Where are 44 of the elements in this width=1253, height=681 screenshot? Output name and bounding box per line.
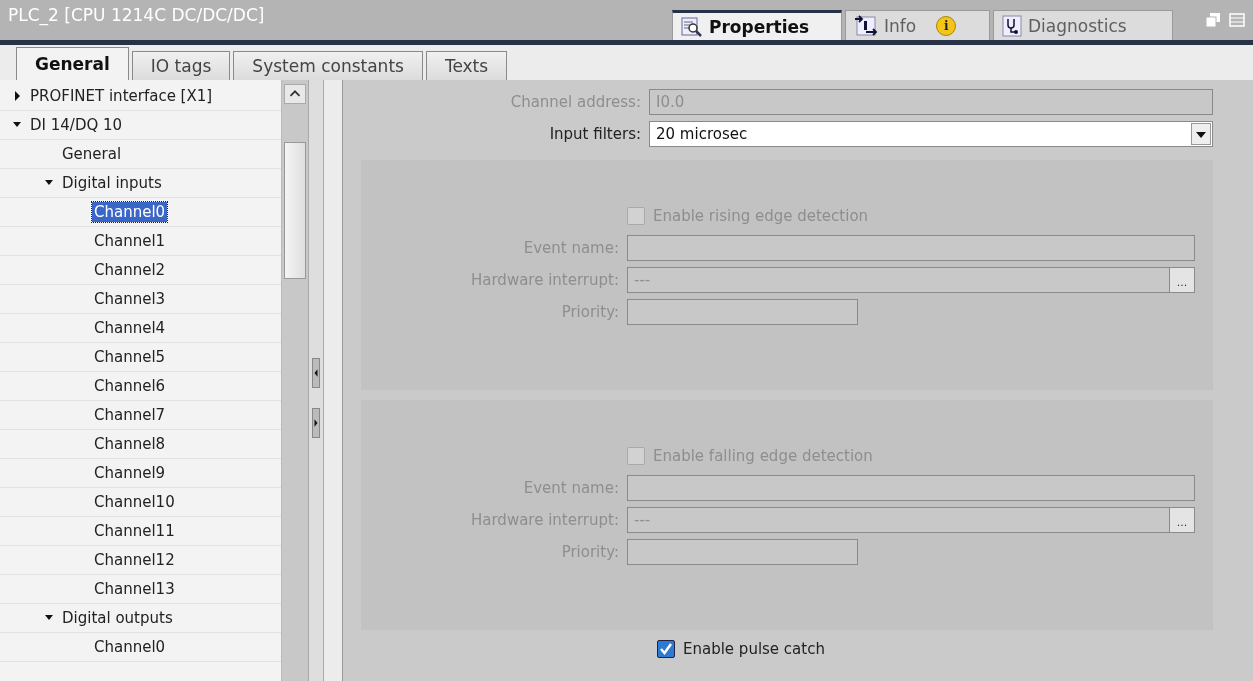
tree-item[interactable]: Channel0	[92, 637, 168, 657]
tree-item[interactable]: Channel5	[92, 347, 168, 367]
scroll-thumb[interactable]	[284, 142, 306, 279]
info-arrows-icon	[854, 14, 878, 37]
scrollbar[interactable]	[281, 80, 308, 681]
checkbox-label: Enable pulse catch	[683, 640, 825, 658]
tree-item[interactable]: Channel3	[92, 289, 168, 309]
inspector-tab[interactable]: Info i	[845, 10, 990, 40]
inspector-tab[interactable]: Diagnostics	[993, 10, 1173, 40]
tree-item[interactable]: Digital inputs	[60, 173, 164, 193]
tab[interactable]: IO tags	[131, 51, 231, 80]
tab[interactable]: General	[16, 47, 129, 80]
tree-item[interactable]: Channel13	[92, 579, 177, 599]
expand-right-icon[interactable]	[312, 408, 320, 438]
restore-icon[interactable]	[1205, 12, 1221, 28]
tree-item[interactable]: Digital outputs	[60, 608, 175, 628]
tree-item[interactable]: PROFINET interface [X1]	[28, 86, 215, 106]
tab[interactable]: Texts	[425, 51, 508, 80]
tree-item[interactable]: Channel6	[92, 376, 168, 396]
tree-item[interactable]: Channel10	[92, 492, 177, 512]
tree-item[interactable]: Channel4	[92, 318, 168, 338]
scroll-up-icon[interactable]	[284, 84, 306, 104]
field-label: Channel address:	[509, 93, 641, 111]
tree-item[interactable]: Channel8	[92, 434, 168, 454]
stethoscope-icon	[1002, 14, 1022, 37]
input-filters-dropdown[interactable]: 20 microsec	[649, 121, 1213, 147]
tree-item[interactable]: Channel1	[92, 231, 168, 251]
magnifier-icon	[681, 16, 703, 37]
tree-item[interactable]: Channel7	[92, 405, 168, 425]
checkbox[interactable]	[657, 640, 675, 658]
panel-title: PLC_2 [CPU 1214C DC/DC/DC]	[7, 5, 266, 28]
inspector-tab[interactable]: Properties	[672, 10, 842, 40]
tree-item[interactable]: Channel9	[92, 463, 168, 483]
tree-item[interactable]: Channel2	[92, 260, 168, 280]
info-badge: i	[936, 15, 957, 36]
field-label: Input filters:	[548, 125, 641, 143]
tab[interactable]: System constants	[233, 51, 423, 80]
collapse-left-icon[interactable]	[312, 358, 320, 388]
panel-icon[interactable]	[1229, 12, 1245, 28]
tree-item[interactable]: Channel11	[92, 521, 177, 541]
tree-item[interactable]: General	[60, 144, 124, 164]
tree-item[interactable]: Channel0	[92, 202, 168, 222]
tree-item[interactable]: DI 14/DQ 10	[28, 115, 125, 135]
tree-item[interactable]: Channel12	[92, 550, 177, 570]
